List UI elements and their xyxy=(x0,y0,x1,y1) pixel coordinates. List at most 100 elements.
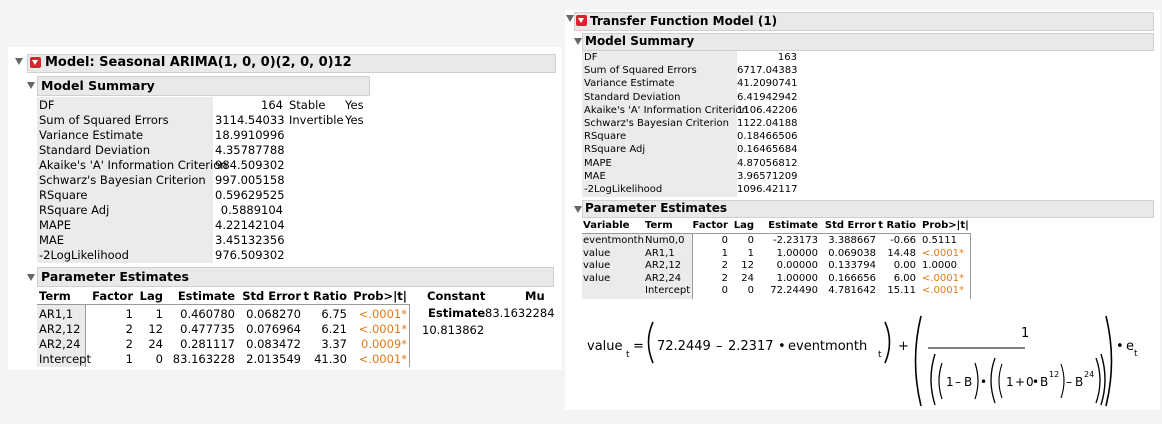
summary-value: 4.22142104 xyxy=(215,218,285,232)
summary-label: RSquare xyxy=(39,188,88,202)
table-cell: 0.076964 xyxy=(246,322,301,336)
table-cell: 2 xyxy=(125,337,133,351)
summary-label: DF xyxy=(39,98,55,112)
column-header[interactable]: Lag xyxy=(730,220,754,231)
section-title: Model Summary xyxy=(585,34,695,48)
left-model-summary-header[interactable]: Model Summary xyxy=(37,76,370,96)
table-cell: 0.166656 xyxy=(828,272,876,284)
disclosure-icon[interactable] xyxy=(574,206,582,213)
table-cell: 6.21 xyxy=(321,322,347,336)
summary-value: 6717.04383 xyxy=(737,65,798,77)
summary-label: Schwarz's Bayesian Criterion xyxy=(584,118,729,129)
table-cell: 4.781642 xyxy=(828,285,876,297)
left-parameter-table: Term Factor Lag Estimate Std Error t Ratio Pro… xyxy=(37,288,555,368)
table-cell: 0.477735 xyxy=(180,322,235,336)
formula-exp12: 12 xyxy=(1049,370,1059,379)
table-cell: 12 xyxy=(741,260,754,272)
formula-var-sub: t xyxy=(878,350,882,360)
left-summary-table: DF 164 Sum of Squared Errors 3114.54033 Vari… xyxy=(37,97,377,263)
table-cell: 41.30 xyxy=(314,352,347,366)
table-cell: 14.48 xyxy=(887,247,916,259)
paren-close-5 xyxy=(1095,357,1101,404)
summary-label: RSquare Adj xyxy=(584,144,646,156)
left-model-header[interactable]: Model: Seasonal ARIMA(1, 0, 0)(2, 0, 0)1… xyxy=(27,54,556,73)
table-cell: 72.24490 xyxy=(770,285,818,297)
table-cell: -0.66 xyxy=(890,235,916,246)
formula-dot-c: • xyxy=(1032,375,1039,389)
summary-label: RSquare Adj xyxy=(39,203,110,217)
formula-plus: + xyxy=(898,339,909,354)
table-cell: 0 xyxy=(747,235,754,246)
red-triangle-menu-icon[interactable] xyxy=(30,57,41,68)
column-header[interactable]: t Ratio xyxy=(878,220,916,231)
summary-label: Akaike's 'A' Information Criterion xyxy=(39,158,228,172)
table-cell: eventmonth xyxy=(583,235,644,246)
table-cell: 1 xyxy=(747,247,754,259)
summary-label: Variance Estimate xyxy=(584,78,675,90)
table-cell: 0.00 xyxy=(893,260,916,272)
table-cell: value xyxy=(583,247,611,259)
left-parameter-estimates-header[interactable]: Parameter Estimates xyxy=(37,267,554,287)
column-header[interactable]: Prob>|t| xyxy=(922,220,970,231)
paren-close-4 xyxy=(974,362,979,400)
column-header[interactable]: Term xyxy=(645,220,691,231)
disclosure-icon[interactable] xyxy=(574,38,582,45)
summary-label: RSquare xyxy=(584,131,627,143)
column-header[interactable]: Prob>|t| xyxy=(351,289,407,303)
formula-one-b: 1 xyxy=(1006,375,1014,389)
table-cell: 1.00000 xyxy=(776,247,818,259)
table-cell: 24 xyxy=(741,272,754,284)
disclosure-icon[interactable] xyxy=(566,15,574,22)
right-model-title: Transfer Function Model (1) xyxy=(590,14,778,28)
summary-label: DF xyxy=(584,52,598,63)
summary-label: Akaike's 'A' Information Criterion xyxy=(584,104,748,116)
column-header[interactable]: Variable xyxy=(583,220,641,231)
table-cell: 0.069038 xyxy=(828,247,876,259)
table-cell: 2 xyxy=(125,322,133,336)
right-parameter-estimates-header[interactable]: Parameter Estimates xyxy=(582,200,1154,218)
table-cell: 24 xyxy=(148,337,163,351)
right-model-summary-header[interactable]: Model Summary xyxy=(582,33,1154,51)
formula-exp24: 24 xyxy=(1084,370,1094,379)
disclosure-icon[interactable] xyxy=(15,58,23,65)
table-cell: 0 xyxy=(721,285,728,297)
section-title: Parameter Estimates xyxy=(41,269,189,284)
summary-value: 976.509302 xyxy=(215,248,285,262)
column-header[interactable]: Estimate xyxy=(167,289,235,303)
right-model-header[interactable]: Transfer Function Model (1) xyxy=(574,12,1154,31)
red-triangle-menu-icon[interactable] xyxy=(576,15,587,26)
table-cell: 0 xyxy=(721,235,728,246)
summary-label: Variance Estimate xyxy=(39,128,144,142)
summary-label: MAE xyxy=(39,233,65,247)
column-header[interactable]: Lag xyxy=(135,289,163,303)
right-summary-table: DF 163 Sum of Squared Errors 6717.04383 Vari… xyxy=(582,51,802,197)
formula-sub: t xyxy=(626,350,630,360)
summary-value: 164 xyxy=(261,98,283,112)
table-cell: 83.163228 xyxy=(172,352,235,366)
summary-label: Sum of Squared Errors xyxy=(39,113,169,127)
column-rule xyxy=(970,233,971,299)
disclosure-icon[interactable] xyxy=(27,274,35,281)
table-cell: 2 xyxy=(721,260,728,272)
table-cell: AR1,1 xyxy=(645,247,675,259)
formula-intercept: 72.2449 xyxy=(657,339,711,354)
summary-label: MAE xyxy=(584,170,606,182)
summary-side-label: Invertible xyxy=(289,113,344,127)
table-cell: 0.281117 xyxy=(180,337,235,351)
column-header[interactable]: Factor xyxy=(87,289,133,303)
table-cell: Intercept xyxy=(645,285,691,297)
header-rule xyxy=(37,304,409,305)
summary-label: MAPE xyxy=(39,218,71,232)
column-header[interactable]: Factor xyxy=(692,220,728,231)
column-header[interactable]: Std Error xyxy=(820,220,876,231)
column-header[interactable]: Std Error xyxy=(237,289,301,303)
table-cell: 2 xyxy=(721,272,728,284)
table-cell: 12 xyxy=(148,322,163,336)
column-header[interactable]: Estimate xyxy=(758,220,818,231)
formula-coef: 2.2317 xyxy=(728,339,774,354)
column-header[interactable]: t Ratio xyxy=(303,289,347,303)
table-cell: <.0001* xyxy=(922,272,965,284)
paren-close-2 xyxy=(1105,315,1113,407)
formula-dot-b: • xyxy=(980,375,987,389)
disclosure-icon[interactable] xyxy=(27,82,35,89)
